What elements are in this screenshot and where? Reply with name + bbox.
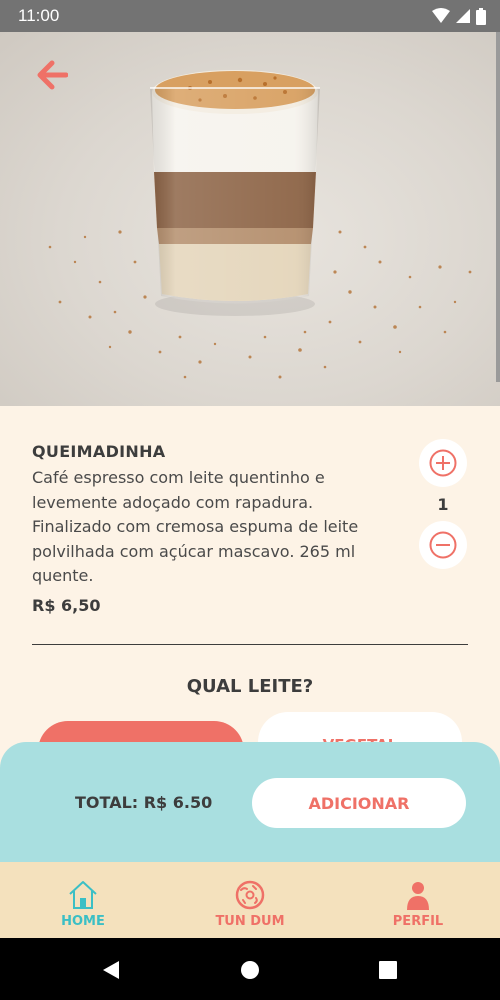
system-home-button[interactable]: [239, 959, 261, 981]
increase-quantity-button[interactable]: [419, 439, 467, 487]
battery-icon: [476, 7, 486, 25]
divider: [32, 644, 468, 645]
square-recents-icon: [379, 961, 397, 979]
milk-section-title: QUAL LEITE?: [186, 676, 314, 697]
cart-total-panel: TOTAL: R$ 6.50 ADICIONAR: [0, 742, 500, 866]
quantity-value: 1: [437, 495, 449, 514]
person-icon: [407, 882, 429, 910]
plus-circle-icon: [429, 449, 457, 477]
scrollbar[interactable]: [496, 32, 500, 382]
house-icon: [69, 881, 97, 909]
product-description: Café espresso com leite quentinho e leve…: [32, 468, 359, 585]
nav-label-tun-dum: TUN DUM: [215, 914, 285, 929]
arrow-left-icon: [37, 60, 68, 90]
system-navigation-bar: [0, 938, 500, 1000]
nav-label-home: HOME: [61, 914, 105, 929]
product-price: R$ 6,50: [32, 596, 101, 615]
circle-home-icon: [241, 961, 259, 979]
status-icons: [432, 7, 486, 25]
coffee-glass-illustration: [48, 70, 472, 379]
status-bar: 11:00: [0, 0, 500, 32]
system-back-button[interactable]: [100, 959, 122, 981]
triangle-back-icon: [103, 961, 119, 979]
minus-circle-icon: [429, 531, 457, 559]
product-name: QUEIMADINHA: [32, 442, 166, 461]
status-time: 11:00: [18, 6, 60, 25]
decrease-quantity-button[interactable]: [419, 521, 467, 569]
signal-icon: [456, 9, 470, 23]
system-recents-button[interactable]: [377, 959, 399, 981]
bottom-navigation: HOME TUN DUM PERFIL: [0, 862, 500, 938]
product-image: [0, 32, 500, 406]
nav-item-home[interactable]: HOME: [48, 862, 118, 938]
back-button[interactable]: [30, 58, 74, 92]
add-to-cart-button[interactable]: ADICIONAR: [252, 778, 466, 828]
nav-label-profile: PERFIL: [392, 914, 444, 929]
wifi-icon: [432, 8, 450, 23]
total-price: TOTAL: R$ 6.50: [75, 793, 213, 812]
donut-icon: [235, 880, 265, 910]
nav-item-tun-dum[interactable]: TUN DUM: [205, 862, 295, 938]
nav-item-profile[interactable]: PERFIL: [383, 862, 453, 938]
